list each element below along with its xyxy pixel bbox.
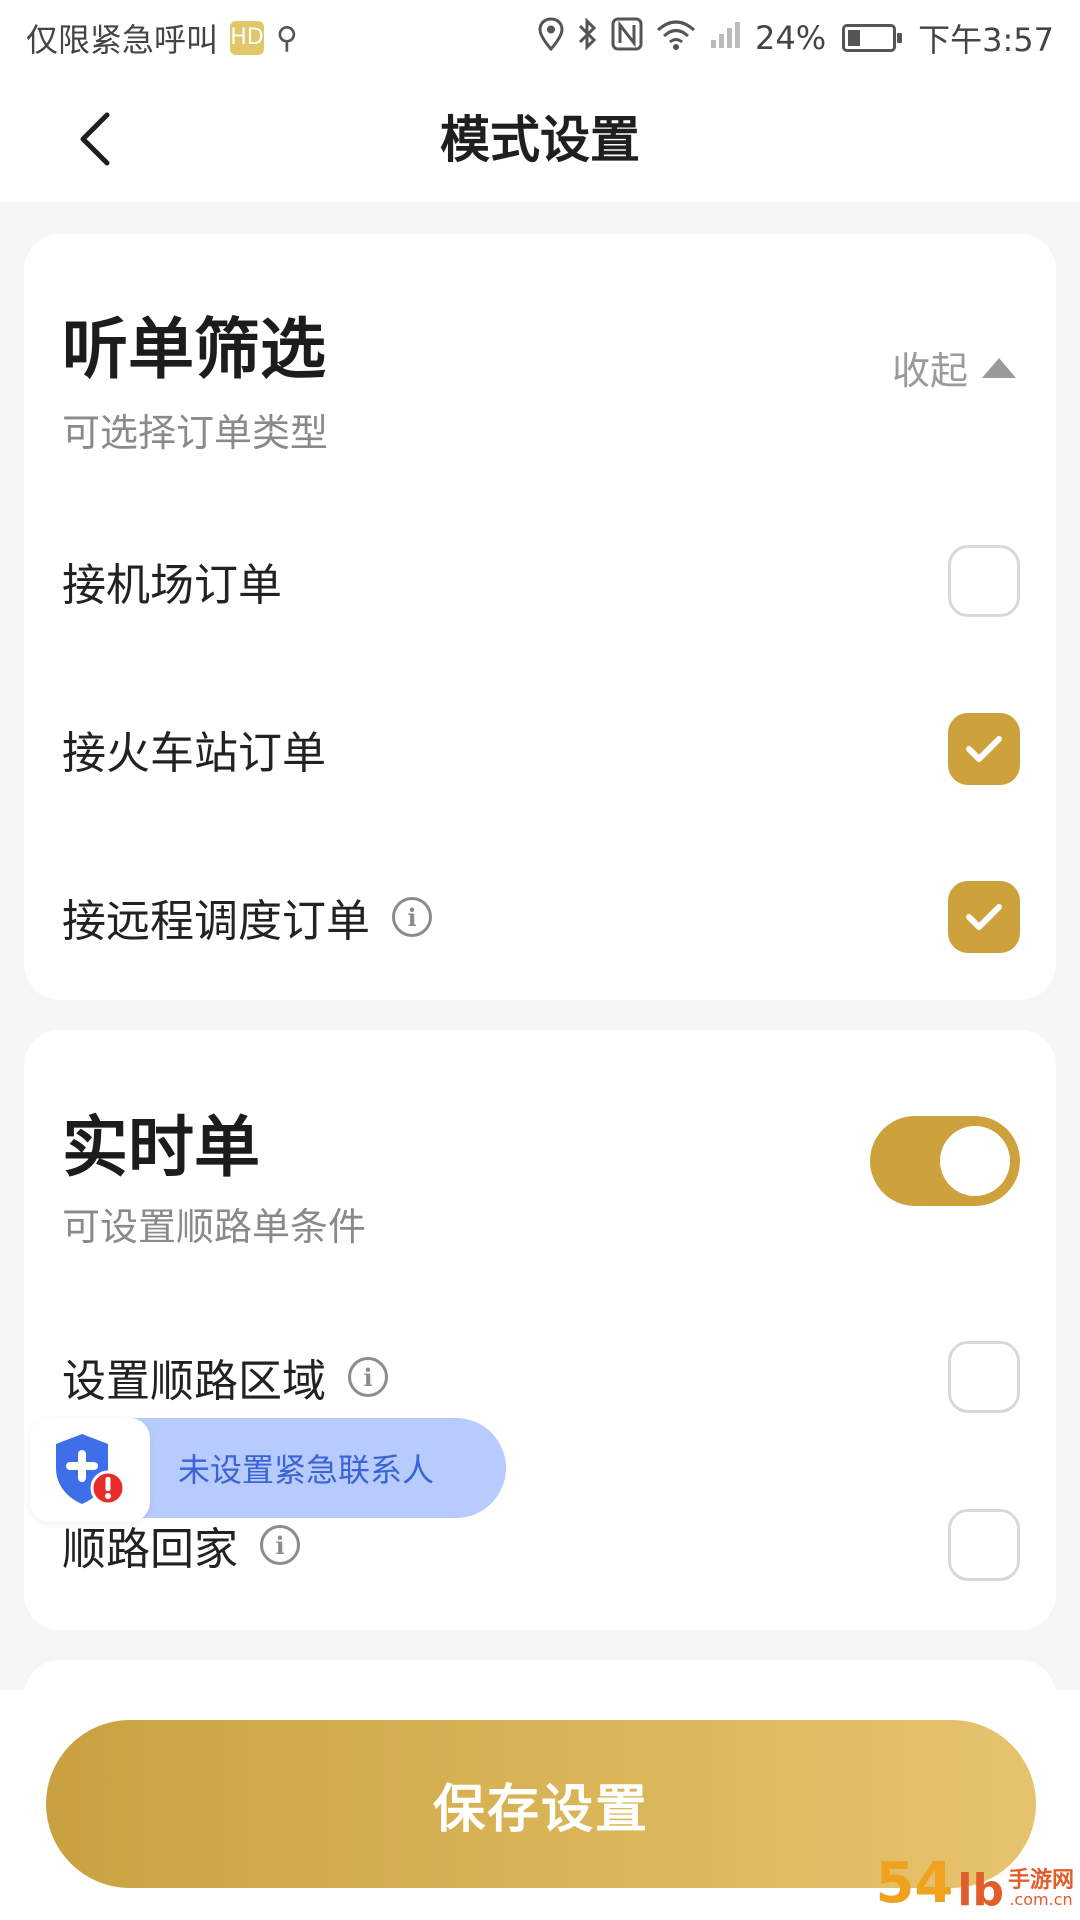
watermark-line1: 手游网 (1007, 1868, 1074, 1893)
check-icon (966, 904, 1002, 930)
order-type-row-train[interactable]: 接火车站订单 (62, 704, 1020, 794)
status-left: 仅限紧急呼叫 HD ⚲ (26, 15, 298, 61)
train-checkbox[interactable] (948, 713, 1020, 785)
check-icon (966, 736, 1002, 762)
nfc-icon (611, 17, 643, 59)
collapse-button[interactable]: 收起 (892, 340, 1016, 395)
info-icon[interactable]: i (348, 1357, 388, 1397)
row-label: 接火车站订单 (62, 728, 326, 779)
watermark-logo: 54 lb 手游网 .com.cn (875, 1851, 1074, 1916)
realtime-title: 实时单 (62, 1109, 260, 1186)
triangle-up-icon (982, 357, 1016, 378)
watermark-line2: .com.cn (1009, 1890, 1073, 1909)
status-right: 24% 下午3:57 (537, 15, 1054, 61)
order-type-row-airport[interactable]: 接机场订单 (62, 536, 1020, 626)
filter-title: 听单筛选 (62, 311, 326, 388)
watermark-brand: 54 (875, 1851, 954, 1916)
route-area-row[interactable]: 设置顺路区域 i (62, 1332, 1020, 1422)
bluetooth-icon (577, 17, 599, 59)
info-icon[interactable]: i (260, 1525, 300, 1565)
usb-icon: ⚲ (276, 20, 298, 56)
toast-text: 未设置紧急联系人 (178, 1451, 435, 1489)
page-title: 模式设置 (440, 111, 640, 169)
emergency-contact-toast[interactable]: 未设置紧急联系人 (100, 1418, 506, 1518)
app-screen: 仅限紧急呼叫 HD ⚲ 24% 下午3:57 模式设置 听单筛选 可选择订单类型… (0, 0, 1080, 1920)
info-icon[interactable]: i (392, 897, 432, 937)
row-label: 接远程调度订单 (62, 896, 370, 947)
status-bar: 仅限紧急呼叫 HD ⚲ 24% 下午3:57 (0, 0, 1080, 76)
location-icon (537, 17, 565, 59)
toggle-knob (940, 1126, 1010, 1196)
collapse-label: 收起 (891, 349, 968, 393)
route-area-checkbox[interactable] (948, 1341, 1020, 1413)
nav-bar: 模式设置 (0, 76, 1080, 202)
route-home-checkbox[interactable] (948, 1509, 1020, 1581)
wifi-icon (655, 18, 697, 58)
watermark-mark: lb (957, 1865, 1004, 1916)
safety-shield-button[interactable] (30, 1418, 150, 1522)
row-label: 顺路回家 (62, 1524, 238, 1575)
battery-percent: 24% (755, 19, 827, 57)
filter-subtitle: 可选择订单类型 (62, 411, 329, 455)
carrier-text: 仅限紧急呼叫 (26, 21, 219, 59)
order-type-row-remote[interactable]: 接远程调度订单 i (62, 872, 1020, 962)
hd-badge-icon: HD (230, 21, 265, 55)
shield-alert-icon (56, 1434, 126, 1506)
remote-checkbox[interactable] (948, 881, 1020, 953)
realtime-subtitle: 可设置顺路单条件 (62, 1205, 367, 1249)
row-label: 设置顺路区域 (62, 1356, 326, 1407)
airport-checkbox[interactable] (948, 545, 1020, 617)
signal-icon (709, 18, 743, 58)
clock: 下午3:57 (918, 21, 1054, 59)
realtime-card: 实时单 可设置顺路单条件 设置顺路区域 i 顺路回家 i (24, 1030, 1056, 1630)
realtime-toggle[interactable] (870, 1116, 1020, 1206)
row-label: 接机场订单 (62, 560, 282, 611)
battery-icon (842, 24, 903, 52)
filter-card: 听单筛选 可选择订单类型 收起 接机场订单 接火车站订单 接远程调度订单 i (24, 234, 1056, 1000)
